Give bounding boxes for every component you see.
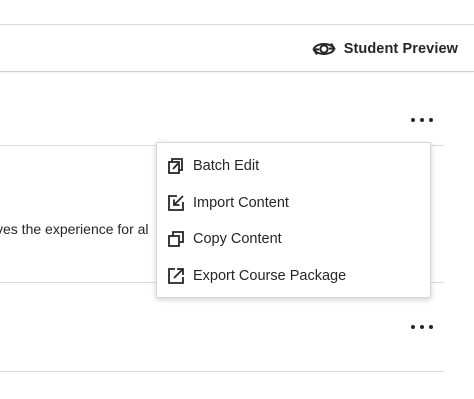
import-icon xyxy=(168,194,184,211)
dot xyxy=(429,118,433,122)
dot xyxy=(429,325,433,329)
dot xyxy=(420,118,424,122)
student-preview-label: Student Preview xyxy=(343,41,458,57)
menu-item-label: Batch Edit xyxy=(193,158,260,175)
dot xyxy=(420,325,424,329)
batch-edit-icon xyxy=(168,158,183,175)
dot xyxy=(411,118,415,122)
menu-item-export-course-package[interactable]: Export Course Package xyxy=(157,258,430,295)
dot xyxy=(411,325,415,329)
student-preview-bar: Student Preview xyxy=(0,24,474,72)
menu-item-batch-edit[interactable]: Batch Edit xyxy=(157,148,430,185)
row-divider xyxy=(0,371,444,372)
student-preview-button[interactable]: Student Preview xyxy=(311,37,458,61)
export-icon xyxy=(168,267,184,284)
content-description: ves the experience for al xyxy=(0,221,149,237)
menu-item-label: Import Content xyxy=(193,194,289,211)
menu-item-label: Export Course Package xyxy=(193,267,347,284)
more-options-button-2[interactable] xyxy=(411,321,433,333)
course-options-menu: Batch Edit Import Content Copy Content E… xyxy=(156,142,431,298)
copy-icon xyxy=(168,231,184,248)
course-content-page: Student Preview ves the experience for a… xyxy=(0,0,474,399)
more-options-button[interactable] xyxy=(411,114,433,126)
eye-refresh-icon xyxy=(312,42,336,56)
menu-item-copy-content[interactable]: Copy Content xyxy=(157,221,430,258)
menu-item-label: Copy Content xyxy=(193,231,282,248)
menu-item-import-content[interactable]: Import Content xyxy=(157,185,430,222)
